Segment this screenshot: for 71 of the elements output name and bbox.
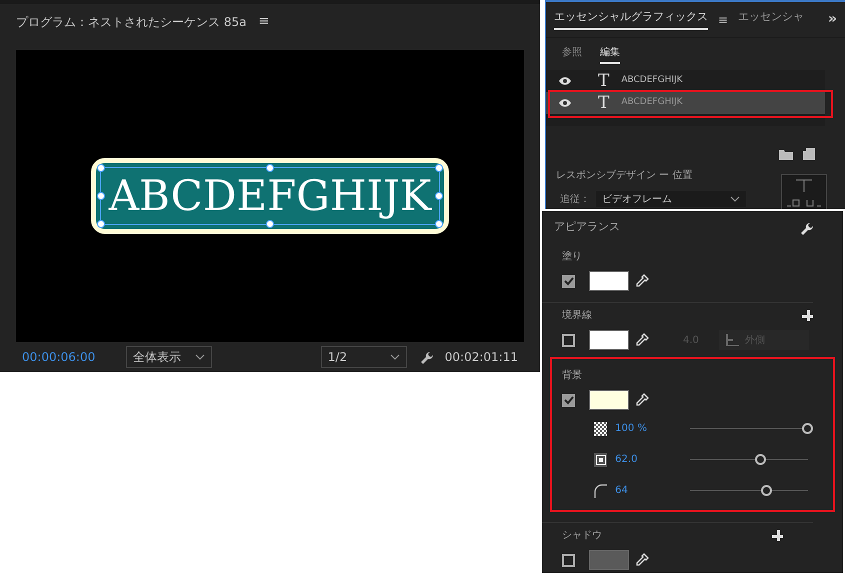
section-label: 境界線 bbox=[562, 308, 592, 322]
field-label: 追従： bbox=[560, 192, 590, 206]
add-icon[interactable] bbox=[772, 530, 783, 540]
eyedropper-icon[interactable] bbox=[635, 274, 649, 288]
slider-thumb[interactable] bbox=[755, 454, 766, 465]
resize-handle[interactable] bbox=[266, 220, 274, 228]
panel-menu-button[interactable]: ≡ bbox=[718, 10, 728, 28]
slider-thumb[interactable] bbox=[802, 423, 813, 434]
resize-handle[interactable] bbox=[435, 192, 444, 200]
pin-position-widget[interactable] bbox=[781, 174, 827, 210]
padding-icon bbox=[594, 452, 608, 466]
settings-icon[interactable] bbox=[799, 220, 813, 234]
panel-tab[interactable]: エッセンシャルグラフィックス bbox=[554, 8, 708, 30]
resize-handle[interactable] bbox=[435, 220, 444, 228]
value-field[interactable]: 100 % bbox=[615, 421, 682, 436]
opacity-icon bbox=[594, 422, 608, 436]
follow-dropdown[interactable]: ビデオフレーム bbox=[596, 191, 746, 207]
duration: 00:02:01:11 bbox=[444, 349, 518, 366]
section-label: 背景 bbox=[562, 368, 582, 382]
panel-tab[interactable]: エッセンシャ bbox=[738, 8, 804, 30]
caret-icon bbox=[390, 354, 400, 360]
layer-name: ABCDEFGHIJK bbox=[621, 96, 683, 110]
color-swatch[interactable] bbox=[589, 390, 629, 410]
caret-icon bbox=[730, 196, 740, 202]
resize-handle[interactable] bbox=[96, 220, 105, 228]
resize-handle[interactable] bbox=[435, 164, 444, 172]
text-layer-icon: T bbox=[598, 94, 610, 112]
eyedropper-icon[interactable] bbox=[635, 553, 649, 567]
color-swatch[interactable] bbox=[589, 271, 629, 291]
preview-text: ABCDEFGHIJK bbox=[108, 173, 432, 219]
layer-row[interactable]: T ABCDEFGHIJK bbox=[546, 70, 825, 92]
value-field[interactable]: 62.0 bbox=[615, 452, 682, 467]
layer-name: ABCDEFGHIJK bbox=[621, 74, 683, 88]
subtab[interactable]: 参照 bbox=[562, 44, 582, 64]
visibility-eye-icon[interactable] bbox=[558, 76, 572, 86]
section-label: レスポンシブデザイン ー 位置 bbox=[556, 168, 694, 183]
check-icon bbox=[563, 395, 574, 405]
resize-handle[interactable] bbox=[96, 164, 105, 172]
new-folder-icon[interactable] bbox=[779, 148, 793, 160]
section-label: 塗り bbox=[562, 250, 582, 264]
zoom-dropdown[interactable]: 全体表示 bbox=[126, 346, 212, 368]
check-icon bbox=[563, 276, 574, 286]
panel-overflow-button[interactable]: » bbox=[828, 9, 837, 30]
caret-icon bbox=[195, 354, 205, 360]
selection-bounding-box[interactable]: ABCDEFGHIJK bbox=[100, 167, 440, 225]
resize-handle[interactable] bbox=[266, 164, 274, 172]
settings-icon[interactable] bbox=[418, 350, 433, 364]
timecode[interactable]: 00:00:06:00 bbox=[22, 348, 122, 366]
new-item-icon[interactable] bbox=[803, 148, 815, 160]
color-swatch[interactable] bbox=[589, 550, 629, 570]
panel-menu-button[interactable]: ≡ bbox=[258, 12, 270, 32]
color-swatch[interactable] bbox=[589, 330, 629, 350]
resize-handle[interactable] bbox=[96, 192, 105, 200]
text-layer-icon: T bbox=[598, 72, 610, 90]
stroke-outside-icon bbox=[724, 334, 739, 346]
panel-title: プログラム：ネストされたシーケンス 85a bbox=[16, 14, 246, 31]
checkbox[interactable] bbox=[562, 394, 575, 406]
checkbox[interactable] bbox=[562, 554, 575, 566]
add-icon[interactable] bbox=[802, 310, 813, 320]
resolution-dropdown[interactable]: 1/2 bbox=[320, 346, 407, 368]
slider-thumb[interactable] bbox=[761, 485, 772, 496]
checkbox[interactable] bbox=[562, 274, 575, 288]
corner-radius-icon bbox=[594, 484, 608, 498]
visibility-eye-icon[interactable] bbox=[558, 98, 572, 108]
section-title: アピアランス bbox=[554, 219, 620, 236]
eyedropper-icon[interactable] bbox=[635, 393, 649, 407]
eyedropper-icon[interactable] bbox=[635, 333, 649, 347]
checkbox[interactable] bbox=[562, 334, 575, 346]
subtab[interactable]: 編集 bbox=[600, 44, 620, 64]
section-label: シャドウ bbox=[562, 528, 602, 542]
value-field[interactable]: 64 bbox=[615, 483, 682, 498]
